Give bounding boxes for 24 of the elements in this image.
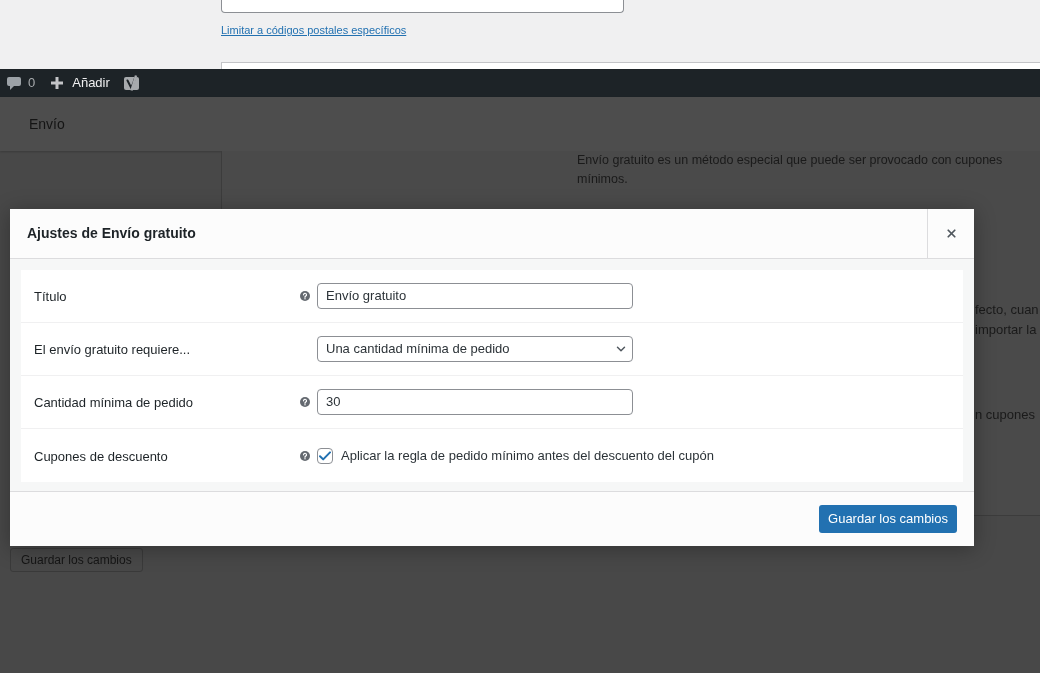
zip-codes-link[interactable]: Limitar a códigos postales específicos: [221, 23, 407, 37]
help-icon[interactable]: [300, 397, 310, 407]
add-new-link[interactable]: Añadir: [51, 73, 110, 93]
modal-title: Ajustes de Envío gratuito: [27, 224, 196, 243]
help-icon[interactable]: [300, 450, 310, 461]
field-label: El envío gratuito requiere...: [34, 342, 191, 357]
text-field[interactable]: Envío gratuito: [317, 283, 633, 309]
field-label: Título: [34, 289, 67, 304]
comments-link[interactable]: 0: [7, 73, 36, 93]
select-field[interactable]: Una cantidad mínima de pedido: [317, 336, 633, 362]
save-button[interactable]: Guardar los cambios: [819, 505, 957, 533]
text-field[interactable]: 30: [317, 389, 633, 415]
plus-icon: [51, 77, 64, 89]
close-icon: [944, 227, 958, 240]
field-label: Cupones de descuento: [34, 448, 168, 464]
checkbox[interactable]: [317, 447, 333, 464]
logo-icon[interactable]: [122, 74, 141, 92]
field-label: Cantidad mínima de pedido: [34, 395, 193, 410]
checkmark-icon: [319, 450, 331, 461]
input-field[interactable]: [221, 0, 624, 13]
page-title: Envío: [29, 114, 65, 134]
help-icon[interactable]: [300, 291, 310, 301]
checkbox-label[interactable]: Aplicar la regla de pedido mínimo antes del descuento del cupón: [341, 445, 714, 466]
speech-bubble-icon: [7, 76, 21, 90]
